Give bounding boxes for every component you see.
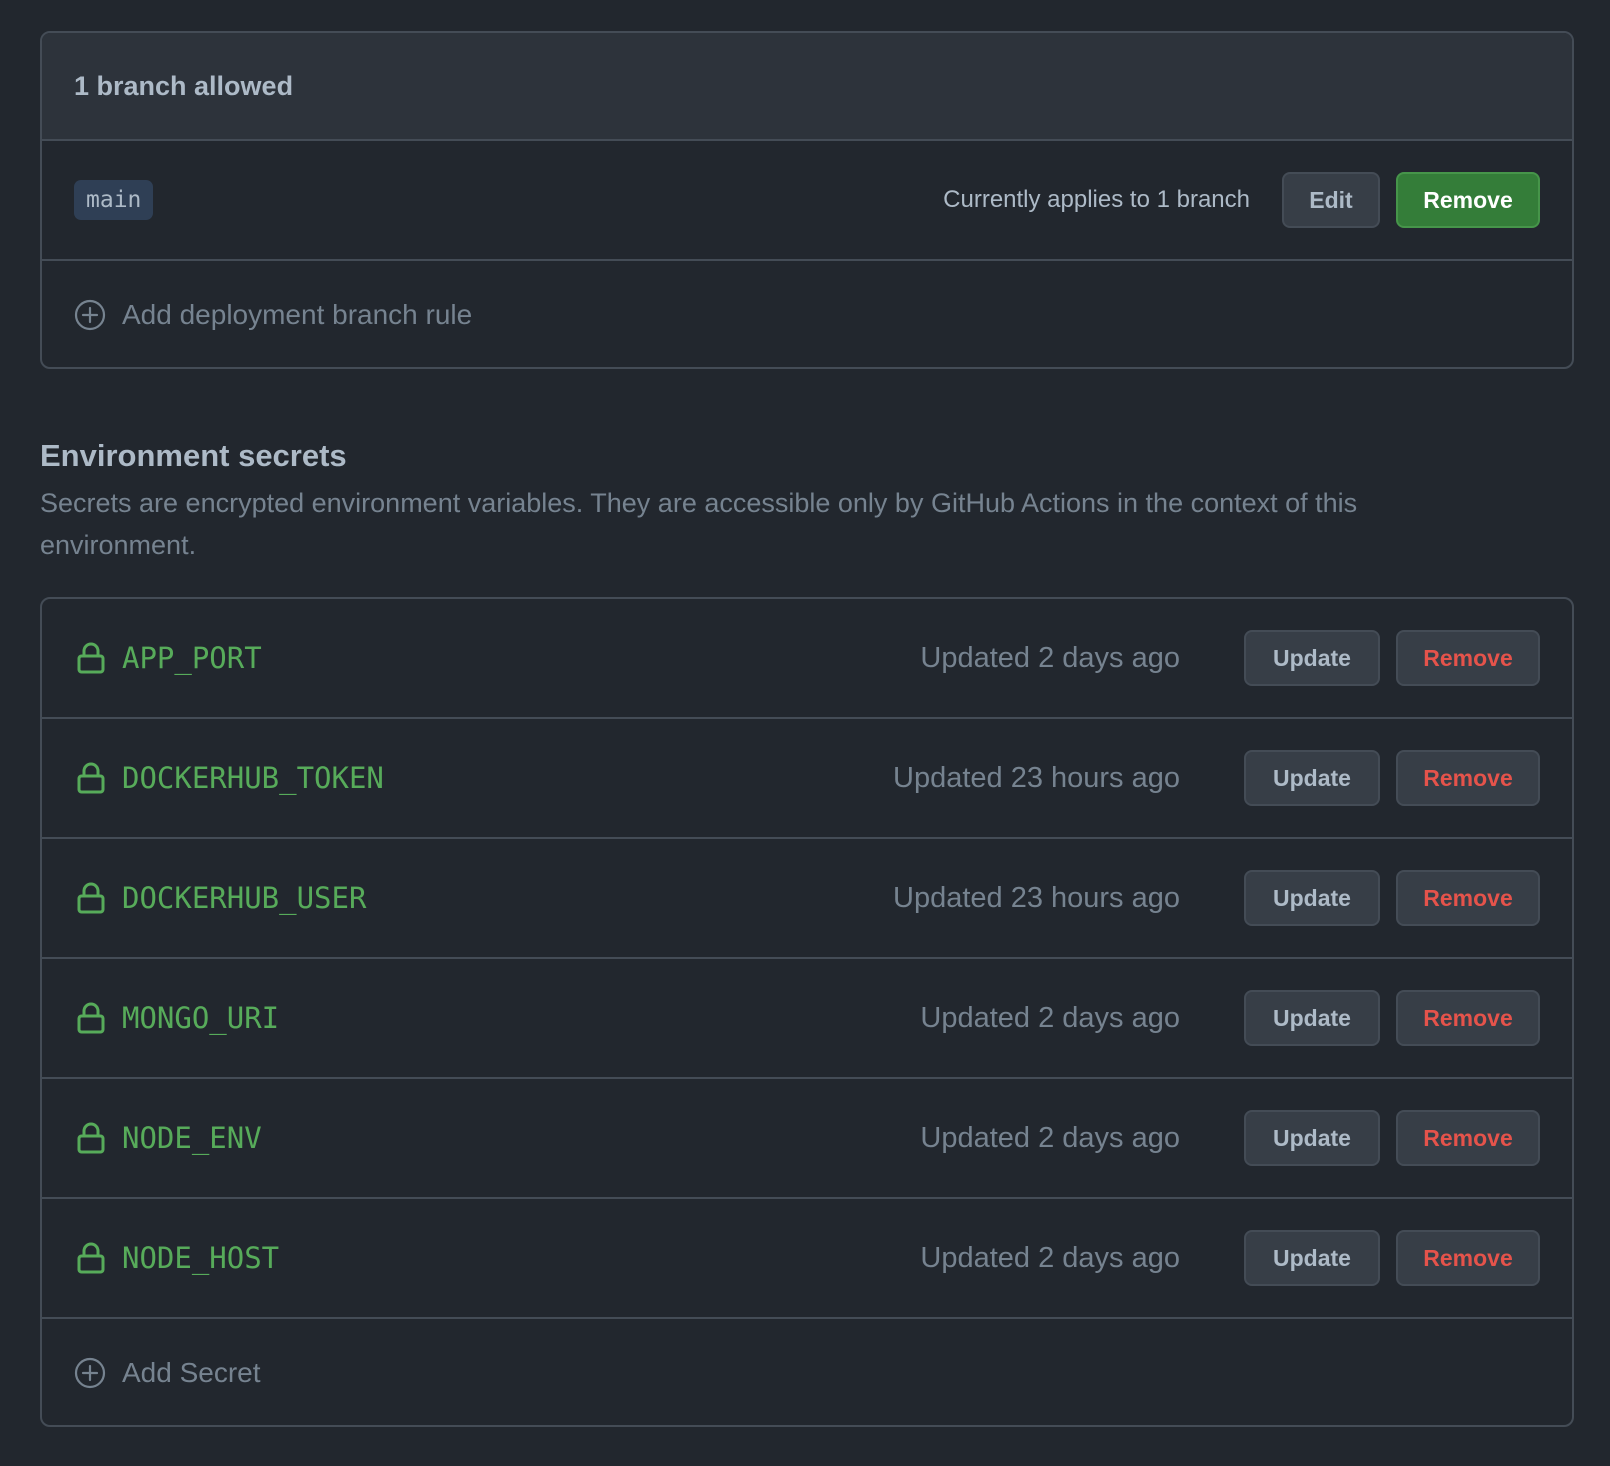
remove-secret-button[interactable]: Remove [1396, 990, 1540, 1046]
secret-row: MONGO_URI Updated 2 days ago Update Remo… [42, 959, 1572, 1079]
remove-secret-button[interactable]: Remove [1396, 870, 1540, 926]
secrets-list-box: APP_PORT Updated 2 days ago Update Remov… [40, 597, 1574, 1427]
secret-row: DOCKERHUB_TOKEN Updated 23 hours ago Upd… [42, 719, 1572, 839]
remove-secret-button[interactable]: Remove [1396, 630, 1540, 686]
secret-updated-time: Updated 2 days ago [920, 1001, 1180, 1034]
secret-row: APP_PORT Updated 2 days ago Update Remov… [42, 599, 1572, 719]
section-description: Secrets are encrypted environment variab… [40, 488, 1358, 560]
add-secret-link[interactable]: Add Secret [74, 1357, 261, 1389]
secret-updated-time: Updated 2 days ago [920, 1241, 1180, 1274]
section-title: Environment secrets [40, 438, 347, 473]
branch-name-badge: main [74, 180, 154, 220]
add-branch-rule-row: Add deployment branch rule [42, 261, 1572, 367]
branch-rule-row: main Currently applies to 1 branch Edit … [42, 141, 1572, 261]
update-secret-button[interactable]: Update [1244, 630, 1380, 686]
update-secret-button[interactable]: Update [1244, 750, 1380, 806]
remove-secret-button[interactable]: Remove [1396, 1110, 1540, 1166]
edit-branch-rule-button[interactable]: Edit [1282, 172, 1380, 228]
deployment-branches-box: 1 branch allowed main Currently applies … [40, 31, 1574, 369]
add-deployment-branch-rule-link[interactable]: Add deployment branch rule [74, 299, 472, 331]
secret-row: NODE_ENV Updated 2 days ago Update Remov… [42, 1079, 1572, 1199]
secret-name: APP_PORT [122, 641, 262, 675]
secret-name: DOCKERHUB_USER [122, 881, 367, 915]
secret-row: NODE_HOST Updated 2 days ago Update Remo… [42, 1199, 1572, 1319]
plus-circle-icon [74, 1357, 106, 1389]
secret-updated-time: Updated 23 hours ago [893, 761, 1180, 794]
update-secret-button[interactable]: Update [1244, 1110, 1380, 1166]
remove-branch-rule-button[interactable]: Remove [1396, 172, 1540, 228]
lock-icon [77, 1122, 105, 1154]
update-secret-button[interactable]: Update [1244, 870, 1380, 926]
plus-circle-icon [74, 299, 106, 331]
secret-list: APP_PORT Updated 2 days ago Update Remov… [42, 599, 1572, 1319]
update-secret-button[interactable]: Update [1244, 990, 1380, 1046]
branch-applies-text: Currently applies to 1 branch [943, 186, 1250, 213]
lock-icon [77, 642, 105, 674]
secret-updated-time: Updated 23 hours ago [893, 881, 1180, 914]
secret-updated-time: Updated 2 days ago [920, 1121, 1180, 1154]
secret-name: NODE_ENV [122, 1121, 262, 1155]
secret-name: NODE_HOST [122, 1241, 280, 1275]
add-deployment-branch-rule-label: Add deployment branch rule [122, 299, 473, 330]
remove-secret-button[interactable]: Remove [1396, 750, 1540, 806]
lock-icon [77, 762, 105, 794]
lock-icon [77, 882, 105, 914]
secret-updated-time: Updated 2 days ago [920, 641, 1180, 674]
secret-name: MONGO_URI [122, 1001, 280, 1035]
secret-name: DOCKERHUB_TOKEN [122, 761, 384, 795]
lock-icon [77, 1002, 105, 1034]
lock-icon [77, 1242, 105, 1274]
environment-secrets-section: Environment secrets Secrets are encrypte… [40, 432, 1574, 566]
secret-row: DOCKERHUB_USER Updated 23 hours ago Upda… [42, 839, 1572, 959]
add-secret-label: Add Secret [122, 1357, 261, 1388]
update-secret-button[interactable]: Update [1244, 1230, 1380, 1286]
branches-header: 1 branch allowed [42, 33, 1572, 141]
add-secret-row: Add Secret [42, 1319, 1572, 1425]
remove-secret-button[interactable]: Remove [1396, 1230, 1540, 1286]
